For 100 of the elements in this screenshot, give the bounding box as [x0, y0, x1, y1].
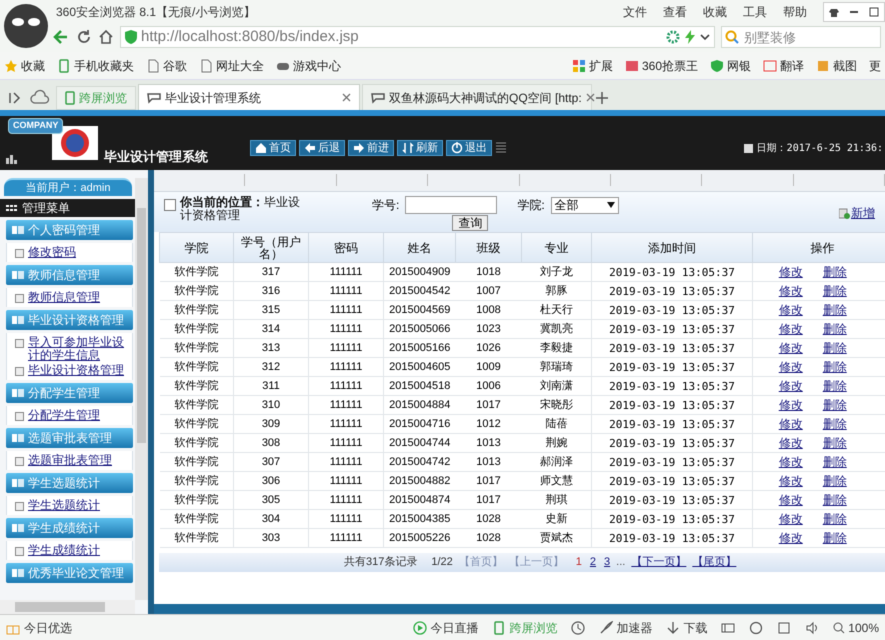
- ellipsis-text: ...: [616, 555, 626, 570]
- action-link[interactable]: 删除: [822, 263, 847, 281]
- menu-item[interactable]: 帮助: [783, 3, 807, 21]
- page-number-link[interactable]: 1: [576, 554, 582, 571]
- action-link[interactable]: 修改: [778, 453, 803, 471]
- action-link[interactable]: 修改: [778, 301, 803, 319]
- window-icon[interactable]: [721, 620, 736, 634]
- table-cell: 软件学院: [160, 300, 234, 320]
- action-link[interactable]: 删除: [822, 358, 847, 376]
- toolbar-item[interactable]: 截图: [816, 56, 857, 74]
- menu-link[interactable]: 导入可参加毕业设计的学生信息: [28, 336, 128, 362]
- speaker-icon[interactable]: [805, 620, 820, 634]
- zoom-control[interactable]: 100%: [833, 618, 879, 636]
- add-link[interactable]: 新增: [839, 204, 875, 222]
- page-number-link[interactable]: 3: [604, 554, 610, 571]
- action-link[interactable]: 删除: [822, 529, 847, 547]
- restore-icon[interactable]: [777, 620, 792, 634]
- action-link[interactable]: 删除: [822, 377, 847, 395]
- horizontal-scrollbar[interactable]: [0, 600, 135, 614]
- bookmark-item[interactable]: 游戏中心: [276, 56, 341, 74]
- toolbar-item[interactable]: 更: [869, 56, 881, 74]
- menu-item[interactable]: 工具: [743, 3, 767, 21]
- menu-link[interactable]: 毕业设计资格管理: [28, 364, 128, 377]
- nav-button[interactable]: 后退: [299, 140, 345, 156]
- action-link[interactable]: 修改: [778, 491, 803, 509]
- status-item[interactable]: 今日直播: [413, 618, 478, 636]
- action-link[interactable]: 删除: [822, 282, 847, 300]
- action-link[interactable]: 修改: [778, 434, 803, 452]
- maximize-icon: [869, 7, 879, 17]
- action-link[interactable]: 修改: [778, 529, 803, 547]
- clock-icon[interactable]: [571, 620, 586, 634]
- nav-button[interactable]: 刷新: [397, 140, 443, 156]
- tab[interactable]: 双鱼林源码大神调试的QQ空间 [http:: [362, 84, 592, 110]
- action-link[interactable]: 删除: [822, 396, 847, 414]
- column-header: 操作: [752, 232, 885, 262]
- table-cell: 111111: [308, 434, 384, 452]
- action-link[interactable]: 修改: [778, 415, 803, 433]
- reload-icon[interactable]: [76, 29, 92, 45]
- nav-button[interactable]: 首页: [250, 140, 296, 156]
- last-page-link[interactable]: 【尾页】: [692, 554, 736, 571]
- home-icon[interactable]: [98, 29, 114, 45]
- action-link[interactable]: 修改: [778, 320, 803, 338]
- action-link[interactable]: 修改: [778, 377, 803, 395]
- address-bar[interactable]: http://localhost:8080/bs/index.jsp: [120, 26, 715, 48]
- action-link[interactable]: 修改: [778, 263, 803, 281]
- action-link[interactable]: 删除: [822, 320, 847, 338]
- url-text: http://localhost:8080/bs/index.jsp: [141, 26, 359, 47]
- action-link[interactable]: 删除: [822, 434, 847, 452]
- table-cell: 2015004884: [384, 396, 456, 414]
- nav-button[interactable]: 退出: [446, 140, 492, 156]
- action-link[interactable]: 删除: [822, 415, 847, 433]
- table-cell: 2019-03-19 13:05:37: [592, 338, 752, 358]
- toolbar-item[interactable]: 扩展: [572, 56, 613, 74]
- status-item[interactable]: 加速器: [599, 618, 652, 636]
- bookmark-item[interactable]: 手机收藏夹: [57, 56, 134, 74]
- document-icon: [15, 457, 24, 466]
- table-cell: 1012: [456, 414, 522, 434]
- action-link[interactable]: 修改: [778, 339, 803, 357]
- action-link[interactable]: 修改: [778, 472, 803, 490]
- action-link[interactable]: 修改: [778, 396, 803, 414]
- table-cell: 郭豚: [522, 282, 592, 300]
- query-button[interactable]: 查询: [452, 215, 488, 231]
- bookmark-item[interactable]: 网址大全: [199, 56, 264, 74]
- action-link[interactable]: 删除: [822, 453, 847, 471]
- menu-item[interactable]: 文件: [623, 3, 647, 21]
- action-link[interactable]: 删除: [822, 510, 847, 528]
- tab[interactable]: 毕业设计管理系统: [138, 84, 360, 110]
- action-link[interactable]: 删除: [822, 339, 847, 357]
- table-cell: 软件学院: [160, 262, 234, 282]
- id-input-field[interactable]: [405, 196, 498, 214]
- vertical-scrollbar[interactable]: [135, 178, 148, 600]
- menu-item[interactable]: 收藏: [703, 3, 727, 21]
- nav-button[interactable]: 前进: [348, 140, 394, 156]
- bookmark-item[interactable]: 谷歌: [146, 56, 187, 74]
- next-page-link[interactable]: 【下一页】: [631, 554, 686, 571]
- table-cell: 1017: [456, 396, 522, 414]
- toolbar-item[interactable]: 360抢票王: [624, 56, 698, 74]
- college-select[interactable]: 全部: [550, 196, 619, 214]
- close-icon[interactable]: [586, 93, 595, 102]
- status-item[interactable]: 今日优选: [6, 618, 72, 636]
- action-link[interactable]: 删除: [822, 491, 847, 509]
- action-link[interactable]: 修改: [778, 282, 803, 300]
- action-link[interactable]: 修改: [778, 510, 803, 528]
- toolbar-item[interactable]: 翻译: [763, 56, 804, 74]
- action-link[interactable]: 修改: [778, 358, 803, 376]
- menu-item[interactable]: 查看: [663, 3, 687, 21]
- action-link[interactable]: 删除: [822, 472, 847, 490]
- grid-icon: [6, 204, 18, 212]
- toolbar-item[interactable]: 网银: [710, 56, 751, 74]
- page-number-link[interactable]: 2: [590, 554, 596, 571]
- search-field[interactable]: 别墅装修: [721, 26, 881, 48]
- table-cell: 2015005226: [384, 528, 456, 548]
- bookmark-item[interactable]: 收藏: [4, 56, 45, 74]
- table-cell: 2015004385: [384, 510, 456, 528]
- status-item[interactable]: 下载: [666, 618, 708, 636]
- table-cell: 1017: [456, 490, 522, 510]
- back-icon[interactable]: [52, 28, 70, 46]
- table-cell: 2019-03-19 13:05:37: [592, 262, 752, 282]
- close-icon[interactable]: [342, 93, 351, 102]
- action-link[interactable]: 删除: [822, 301, 847, 319]
